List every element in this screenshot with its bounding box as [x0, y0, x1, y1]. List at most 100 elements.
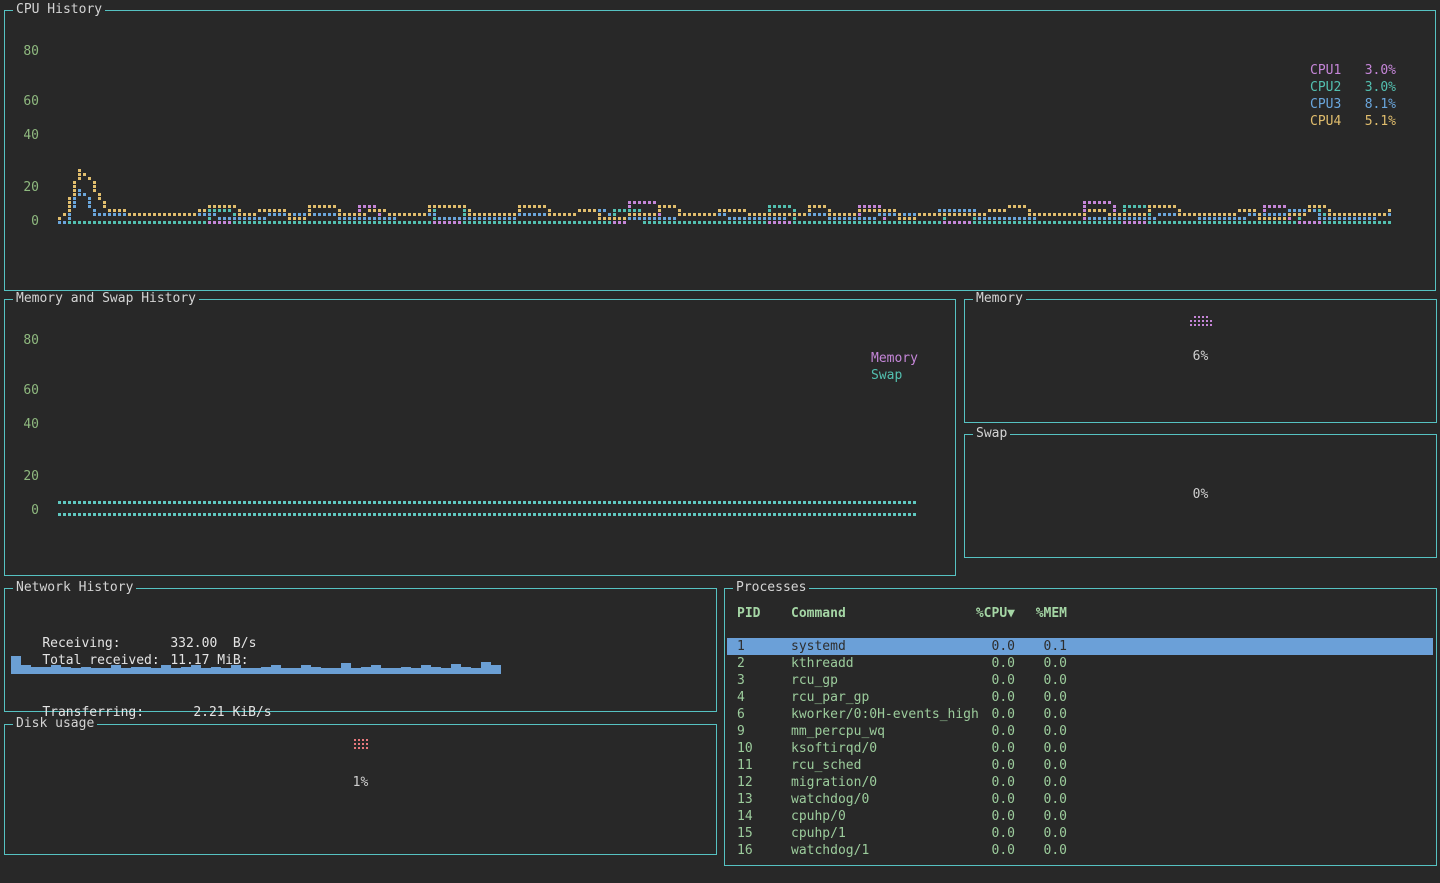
process-cell-pid: 10 [737, 740, 791, 757]
process-cell-command: mm_percpu_wq [791, 723, 963, 740]
process-cell-command: cpuhp/0 [791, 808, 963, 825]
process-cell-cpu: 0.0 [963, 740, 1015, 757]
process-cell-pid: 3 [737, 672, 791, 689]
process-cell-command: systemd [791, 638, 963, 655]
swap-gauge-title: Swap [973, 426, 1010, 442]
system-monitor-app: { "app": { "background": "#282828", "bor… [0, 0, 1440, 883]
process-row[interactable]: 10ksoftirqd/00.00.0 [725, 740, 1433, 757]
process-cell-pid: 6 [737, 706, 791, 723]
process-table-header[interactable]: PIDCommand%CPU▼%MEM [725, 605, 1433, 622]
process-row[interactable]: 3rcu_gp0.00.0 [725, 672, 1433, 689]
memory-gauge-title: Memory [973, 291, 1026, 307]
process-cell-pid: 15 [737, 825, 791, 842]
disk-gauge-dots [354, 739, 370, 753]
memory-gauge-dots [1190, 316, 1214, 330]
cpu-history-panel[interactable]: CPU History 806040200 CPU13.0%CPU23.0%CP… [4, 10, 1436, 291]
process-row[interactable]: 4rcu_par_gp0.00.0 [725, 689, 1433, 706]
processes-panel[interactable]: Processes PIDCommand%CPU▼%MEM 1systemd0.… [724, 588, 1437, 866]
process-cell-mem: 0.0 [1015, 808, 1067, 825]
process-cell-command: rcu_gp [791, 672, 963, 689]
cpu-legend-label: CPU2 [1310, 79, 1341, 96]
process-cell-command: migration/0 [791, 774, 963, 791]
process-row[interactable]: 12migration/00.00.0 [725, 774, 1433, 791]
process-cell-command: rcu_par_gp [791, 689, 963, 706]
process-row[interactable]: 9mm_percpu_wq0.00.0 [725, 723, 1433, 740]
process-cell-mem: 0.0 [1015, 706, 1067, 723]
cpu-legend-value: 3.0% [1365, 79, 1396, 96]
process-cell-cpu: 0.0 [963, 638, 1015, 655]
network-history-title: Network History [13, 580, 136, 596]
process-row[interactable]: 11rcu_sched0.00.0 [725, 757, 1433, 774]
process-cell-cpu: 0.0 [963, 842, 1015, 859]
process-cell-command: watchdog/1 [791, 842, 963, 859]
network-receive-bars [11, 649, 511, 674]
process-cell-mem: 0.1 [1015, 638, 1067, 655]
process-cell-command: kthreadd [791, 655, 963, 672]
memory-swap-history-chart [5, 300, 955, 575]
disk-usage-value: 1% [5, 775, 716, 790]
cpu-legend-label: CPU4 [1310, 113, 1341, 130]
process-cell-pid: 1 [737, 638, 791, 655]
cpu-legend-value: 5.1% [1365, 113, 1396, 130]
process-cell-command: rcu_sched [791, 757, 963, 774]
memory-swap-legend-entry: Swap [871, 367, 918, 384]
processes-title: Processes [733, 580, 809, 596]
process-cell-command: watchdog/0 [791, 791, 963, 808]
process-column-header-cpu[interactable]: %CPU▼ [963, 605, 1015, 622]
cpu-history-chart [5, 11, 1435, 290]
process-cell-mem: 0.0 [1015, 757, 1067, 774]
process-row[interactable]: 6kworker/0:0H-events_high0.00.0 [725, 706, 1433, 723]
network-transferring-value: 2.21 KiB/s [193, 705, 271, 720]
process-cell-mem: 0.0 [1015, 672, 1067, 689]
process-row[interactable]: 13watchdog/00.00.0 [725, 791, 1433, 808]
memory-swap-legend: MemorySwap [871, 350, 918, 384]
process-cell-cpu: 0.0 [963, 655, 1015, 672]
process-column-header-pid[interactable]: PID [737, 605, 791, 622]
process-cell-cpu: 0.0 [963, 706, 1015, 723]
process-column-header-mem[interactable]: %MEM [1015, 605, 1067, 622]
cpu-legend-label: CPU1 [1310, 62, 1341, 79]
process-cell-cpu: 0.0 [963, 825, 1015, 842]
process-cell-cpu: 0.0 [963, 791, 1015, 808]
process-cell-mem: 0.0 [1015, 723, 1067, 740]
memory-gauge-value: 6% [965, 349, 1436, 364]
process-cell-command: ksoftirqd/0 [791, 740, 963, 757]
process-cell-pid: 11 [737, 757, 791, 774]
process-row[interactable]: 15cpuhp/10.00.0 [725, 825, 1433, 842]
swap-gauge-value: 0% [965, 487, 1436, 502]
process-cell-mem: 0.0 [1015, 774, 1067, 791]
process-cell-mem: 0.0 [1015, 825, 1067, 842]
process-column-header-command[interactable]: Command [791, 605, 963, 622]
cpu-legend: CPU13.0%CPU23.0%CPU38.1%CPU45.1% [1310, 62, 1396, 130]
process-cell-pid: 4 [737, 689, 791, 706]
memory-swap-history-panel[interactable]: Memory and Swap History 806040200 Memory… [4, 299, 956, 576]
cpu-legend-entry: CPU1 3.0% [1310, 62, 1396, 79]
cpu-legend-entry: CPU4 5.1% [1310, 113, 1396, 130]
process-cell-pid: 14 [737, 808, 791, 825]
process-cell-mem: 0.0 [1015, 689, 1067, 706]
memory-gauge-panel[interactable]: Memory 6% [964, 299, 1437, 423]
swap-gauge-panel[interactable]: Swap 0% [964, 434, 1437, 558]
network-history-panel[interactable]: Network History Receiving:332.00 B/s Tot… [4, 588, 717, 712]
disk-usage-panel[interactable]: Disk usage 1% [4, 724, 717, 855]
process-cell-mem: 0.0 [1015, 791, 1067, 808]
process-row[interactable]: 14cpuhp/00.00.0 [725, 808, 1433, 825]
process-cell-pid: 9 [737, 723, 791, 740]
cpu-legend-entry: CPU2 3.0% [1310, 79, 1396, 96]
process-cell-command: kworker/0:0H-events_high [791, 706, 963, 723]
process-cell-cpu: 0.0 [963, 672, 1015, 689]
process-cell-pid: 16 [737, 842, 791, 859]
process-row[interactable]: 1systemd0.00.1 [727, 638, 1433, 655]
process-cell-pid: 2 [737, 655, 791, 672]
process-cell-mem: 0.0 [1015, 842, 1067, 859]
cpu-legend-value: 8.1% [1365, 96, 1396, 113]
process-cell-pid: 12 [737, 774, 791, 791]
cpu-legend-value: 3.0% [1365, 62, 1396, 79]
process-row[interactable]: 2kthreadd0.00.0 [725, 655, 1433, 672]
process-cell-pid: 13 [737, 791, 791, 808]
process-cell-mem: 0.0 [1015, 740, 1067, 757]
process-cell-cpu: 0.0 [963, 774, 1015, 791]
process-cell-cpu: 0.0 [963, 689, 1015, 706]
process-cell-command: cpuhp/1 [791, 825, 963, 842]
process-row[interactable]: 16watchdog/10.00.0 [725, 842, 1433, 859]
